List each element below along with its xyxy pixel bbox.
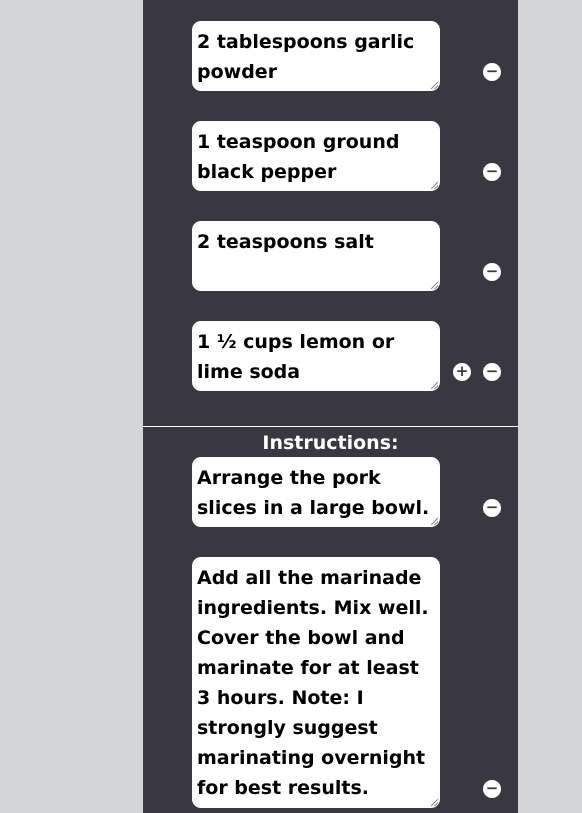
minus-icon: − <box>485 498 499 516</box>
recipe-editor-panel: 2 tablespoons garlic powder − 1 teaspoon… <box>143 0 518 813</box>
instruction-field[interactable]: Add all the marinade ingredients. Mix we… <box>192 557 440 808</box>
ingredient-field[interactable]: 1 ½ cups lemon or lime soda <box>192 321 440 391</box>
minus-icon: − <box>485 162 499 180</box>
minus-icon: − <box>485 62 499 80</box>
remove-instruction-button[interactable]: − <box>483 499 501 517</box>
minus-icon: − <box>485 262 499 280</box>
remove-ingredient-button[interactable]: − <box>483 63 501 81</box>
minus-icon: − <box>485 779 499 797</box>
add-ingredient-button[interactable]: + <box>453 363 471 381</box>
minus-icon: − <box>485 362 499 380</box>
ingredient-field[interactable]: 2 teaspoons salt <box>192 221 440 291</box>
plus-icon: + <box>455 362 469 380</box>
remove-ingredient-button[interactable]: − <box>483 263 501 281</box>
ingredient-field[interactable]: 2 tablespoons garlic powder <box>192 21 440 91</box>
remove-ingredient-button[interactable]: − <box>483 363 501 381</box>
section-divider <box>143 426 518 427</box>
ingredient-field[interactable]: 1 teaspoon ground black pepper <box>192 121 440 191</box>
remove-instruction-button[interactable]: − <box>483 780 501 798</box>
instruction-field[interactable]: Arrange the pork slices in a large bowl. <box>192 457 440 527</box>
remove-ingredient-button[interactable]: − <box>483 163 501 181</box>
instructions-heading: Instructions: <box>262 432 399 454</box>
